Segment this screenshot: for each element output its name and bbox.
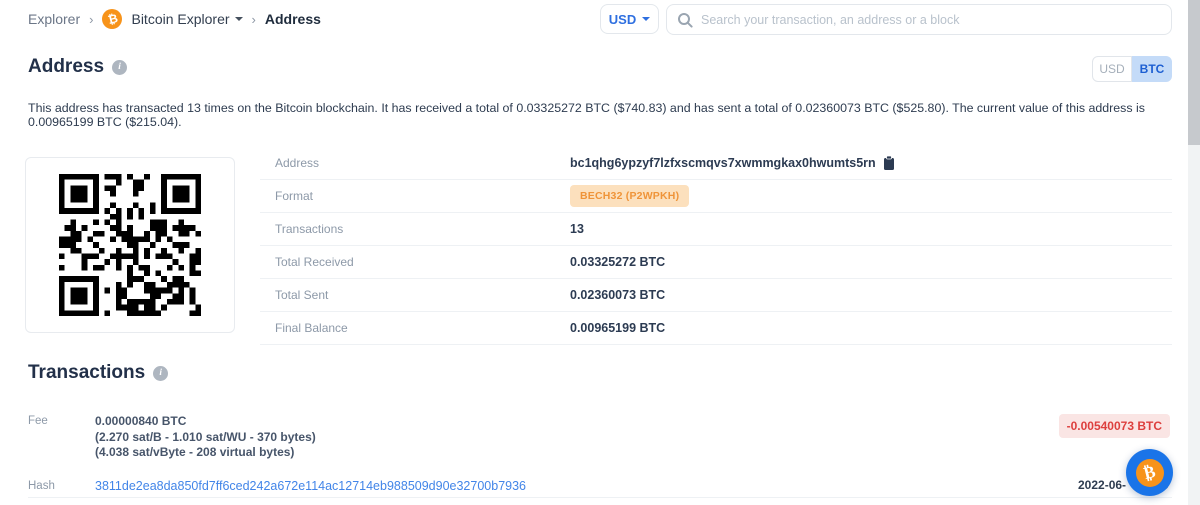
info-icon[interactable]: i <box>112 60 127 75</box>
breadcrumb-explorer[interactable]: Explorer <box>28 11 80 27</box>
scrollbar-track[interactable] <box>1188 0 1200 505</box>
row-label: Final Balance <box>275 321 348 335</box>
search-icon <box>677 12 693 28</box>
copy-icon[interactable] <box>883 156 895 170</box>
total-sent-value: 0.02360073 BTC <box>570 288 665 302</box>
qr-card <box>25 157 235 333</box>
breadcrumb-address: Address <box>265 11 321 27</box>
transactions-title: Transactions i <box>28 362 168 384</box>
address-details-table: Address bc1qhg6ypzyf7lzfxscmqvs7xwmmgkax… <box>260 147 1172 345</box>
usd-toggle-button[interactable]: USD <box>1092 56 1132 82</box>
format-value: BECH32 (P2WPKH) <box>570 185 689 207</box>
bitcoin-icon: ₿ <box>1136 459 1164 487</box>
currency-dropdown[interactable]: USD <box>600 4 659 34</box>
fee-amount: 0.00000840 BTC <box>95 414 316 430</box>
transactions-title-label: Transactions <box>28 362 145 384</box>
chevron-down-icon <box>642 17 650 21</box>
bitcoin-icon: ₿ <box>102 9 122 29</box>
final-balance-value: 0.00965199 BTC <box>570 321 665 335</box>
format-badge: BECH32 (P2WPKH) <box>570 185 689 207</box>
breadcrumb-chain-label: Bitcoin Explorer <box>131 11 229 27</box>
breadcrumb-bitcoin-explorer[interactable]: Bitcoin Explorer <box>131 11 242 27</box>
breadcrumb-separator: › <box>252 12 256 27</box>
address-summary: This address has transacted 13 times on … <box>28 101 1168 129</box>
row-label: Format <box>275 189 313 203</box>
currency-dropdown-label: USD <box>609 12 636 27</box>
row-label: Total Sent <box>275 288 328 302</box>
address-text: bc1qhg6ypzyf7lzfxscmqvs7xwmmgkax0hwumts5… <box>570 156 876 170</box>
breadcrumb: Explorer › ₿ Bitcoin Explorer › Address <box>28 9 321 29</box>
tx-date: 2022-06- <box>1078 478 1126 492</box>
info-icon[interactable]: i <box>153 366 168 381</box>
table-row: Address bc1qhg6ypzyf7lzfxscmqvs7xwmmgkax… <box>260 147 1172 180</box>
total-received-value: 0.03325272 BTC <box>570 255 665 269</box>
table-row: Transactions 13 <box>260 213 1172 246</box>
chevron-down-icon <box>235 17 243 21</box>
table-row: Total Received 0.03325272 BTC <box>260 246 1172 279</box>
table-row: Final Balance 0.00965199 BTC <box>260 312 1172 345</box>
row-label: Transactions <box>275 222 343 236</box>
top-header: Explorer › ₿ Bitcoin Explorer › Address … <box>0 0 1188 40</box>
row-label: Total Received <box>275 255 354 269</box>
page-title: Address i <box>28 56 127 78</box>
bitcoin-symbol: ₿ <box>1142 461 1158 483</box>
fee-details: 0.00000840 BTC (2.270 sat/B - 1.010 sat/… <box>95 414 316 461</box>
fee-vbyte-line: (4.038 sat/vByte - 208 virtual bytes) <box>95 445 316 461</box>
btc-toggle-button[interactable]: BTC <box>1132 56 1172 82</box>
scrollbar-thumb[interactable] <box>1188 0 1200 145</box>
fee-label: Fee <box>28 415 48 427</box>
fee-rate-line: (2.270 sat/B - 1.010 sat/WU - 370 bytes) <box>95 430 316 446</box>
address-value: bc1qhg6ypzyf7lzfxscmqvs7xwmmgkax0hwumts5… <box>570 156 895 170</box>
divider <box>28 497 1172 498</box>
bitcoin-floating-button[interactable]: ₿ <box>1126 449 1173 496</box>
page-title-label: Address <box>28 56 104 78</box>
row-label: Address <box>275 156 319 170</box>
search-box <box>666 4 1172 35</box>
tx-amount-badge: -0.00540073 BTC <box>1059 414 1170 438</box>
table-row: Total Sent 0.02360073 BTC <box>260 279 1172 312</box>
table-row: Format BECH32 (P2WPKH) <box>260 180 1172 213</box>
qr-code-icon <box>59 174 201 316</box>
transactions-count: 13 <box>570 222 584 236</box>
hash-label: Hash <box>28 480 55 492</box>
breadcrumb-separator: › <box>89 12 93 27</box>
bitcoin-symbol: ₿ <box>106 11 119 27</box>
search-input[interactable] <box>701 13 1161 27</box>
unit-toggle: USD BTC <box>1092 56 1172 82</box>
tx-hash-link[interactable]: 3811de2ea8da850fd7ff6ced242a672e114ac127… <box>95 479 526 493</box>
